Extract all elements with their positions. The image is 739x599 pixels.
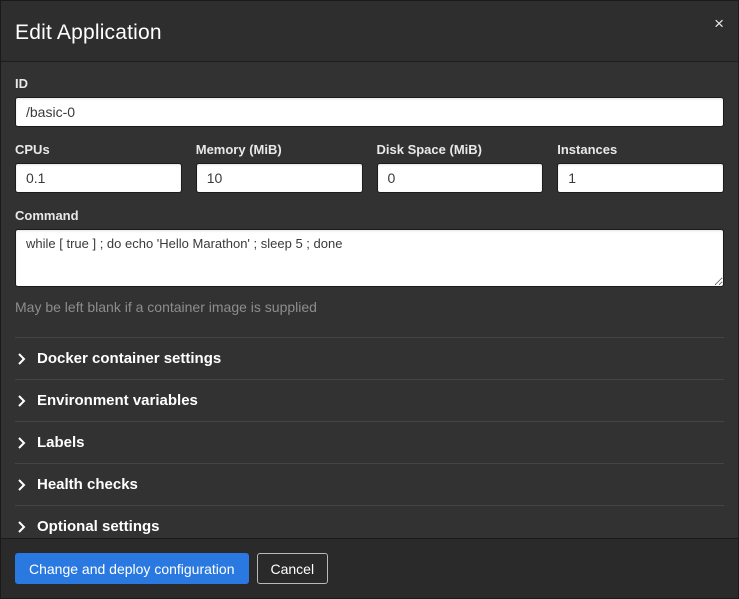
close-icon[interactable]: × — [714, 15, 724, 32]
chevron-right-icon — [17, 437, 26, 449]
cpus-input[interactable] — [15, 163, 182, 193]
section-label: Optional settings — [37, 518, 160, 535]
accordion-sections: Docker container settings Environment va… — [15, 337, 724, 538]
edit-application-modal: Edit Application × ID CPUs Memory (MiB) … — [0, 0, 739, 599]
section-environment-variables[interactable]: Environment variables — [15, 379, 724, 421]
memory-input[interactable] — [196, 163, 363, 193]
section-health-checks[interactable]: Health checks — [15, 463, 724, 505]
command-help-text: May be left blank if a container image i… — [15, 299, 724, 315]
disk-label: Disk Space (MiB) — [377, 142, 544, 157]
memory-label: Memory (MiB) — [196, 142, 363, 157]
section-docker-container-settings[interactable]: Docker container settings — [15, 337, 724, 379]
section-label: Health checks — [37, 476, 138, 493]
cancel-button[interactable]: Cancel — [257, 553, 329, 584]
section-optional-settings[interactable]: Optional settings — [15, 505, 724, 538]
modal-body: ID CPUs Memory (MiB) Disk Space (MiB) In… — [1, 62, 738, 538]
memory-field-group: Memory (MiB) — [196, 142, 363, 193]
cpus-label: CPUs — [15, 142, 182, 157]
resources-row: CPUs Memory (MiB) Disk Space (MiB) Insta… — [15, 142, 724, 193]
id-field-group: ID — [15, 76, 724, 127]
disk-field-group: Disk Space (MiB) — [377, 142, 544, 193]
section-label: Environment variables — [37, 392, 198, 409]
chevron-right-icon — [17, 353, 26, 365]
chevron-right-icon — [17, 479, 26, 491]
instances-label: Instances — [557, 142, 724, 157]
instances-input[interactable] — [557, 163, 724, 193]
modal-title: Edit Application — [15, 21, 722, 45]
modal-footer: Change and deploy configuration Cancel — [1, 538, 738, 598]
chevron-right-icon — [17, 395, 26, 407]
cpus-field-group: CPUs — [15, 142, 182, 193]
command-textarea[interactable]: while [ true ] ; do echo 'Hello Marathon… — [15, 229, 724, 287]
modal-header: Edit Application × — [1, 1, 738, 62]
section-label: Docker container settings — [37, 350, 221, 367]
disk-input[interactable] — [377, 163, 544, 193]
change-and-deploy-button[interactable]: Change and deploy configuration — [15, 553, 249, 584]
section-label: Labels — [37, 434, 85, 451]
command-field-group: Command while [ true ] ; do echo 'Hello … — [15, 208, 724, 315]
section-labels[interactable]: Labels — [15, 421, 724, 463]
id-input[interactable] — [15, 97, 724, 127]
id-label: ID — [15, 76, 724, 91]
command-label: Command — [15, 208, 724, 223]
chevron-right-icon — [17, 521, 26, 533]
instances-field-group: Instances — [557, 142, 724, 193]
